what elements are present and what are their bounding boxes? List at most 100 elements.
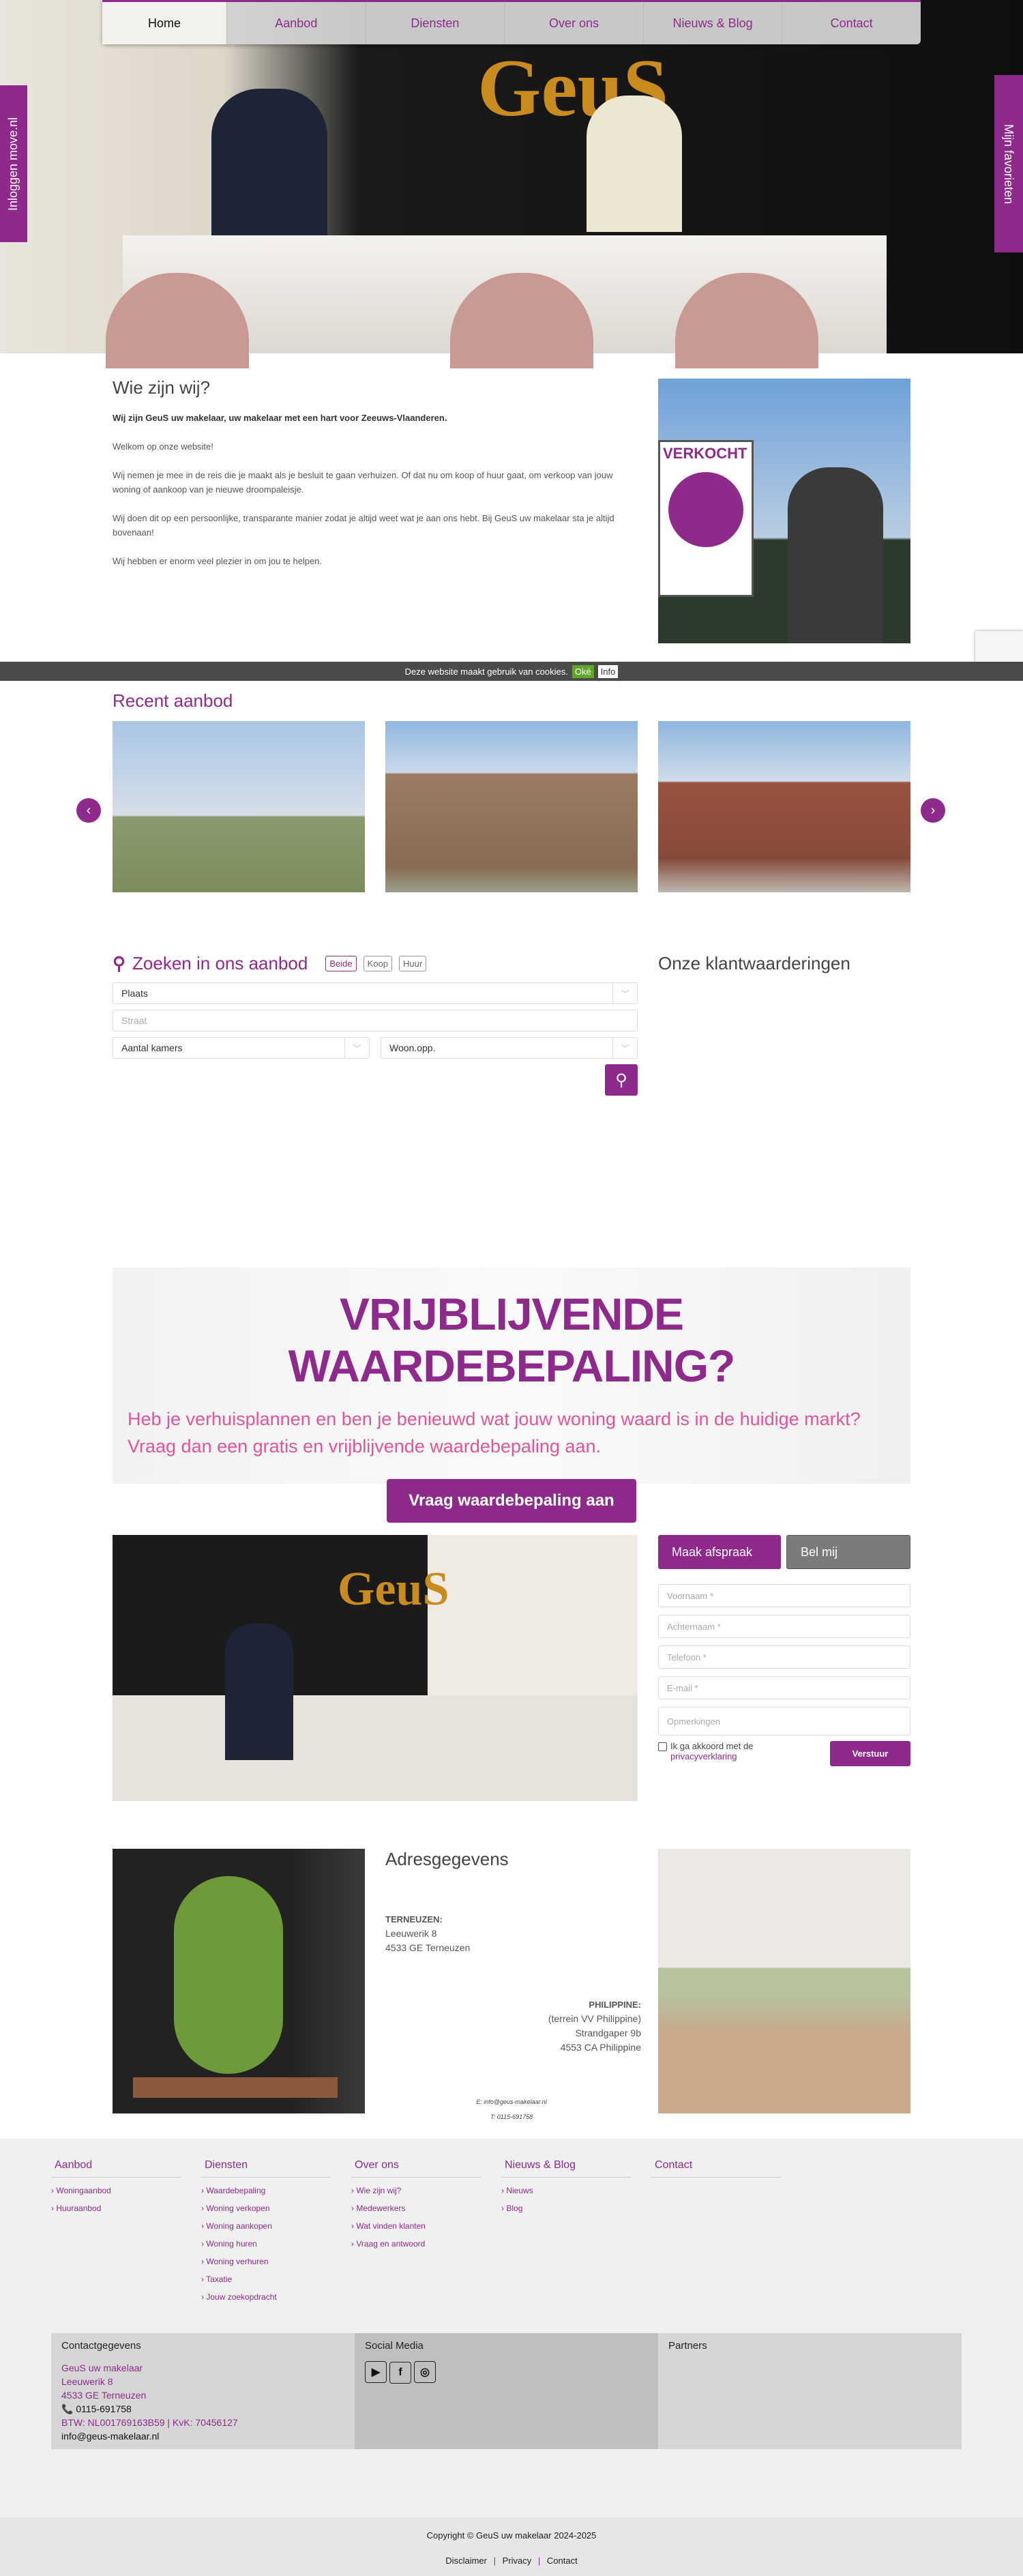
footer-link[interactable]: › Medewerkers	[351, 2204, 481, 2213]
office-exterior-photo	[113, 1849, 365, 2113]
instagram-icon[interactable]: ◎	[414, 2361, 436, 2383]
carousel-next-button[interactable]: ›	[921, 798, 945, 823]
nav-diensten[interactable]: Diensten	[366, 2, 505, 44]
company-phone[interactable]: 0115-691758	[76, 2403, 131, 2414]
youtube-icon[interactable]: ▶	[365, 2361, 387, 2383]
tab-maak-afspraak[interactable]: Maak afspraak	[658, 1535, 781, 1569]
phone-input[interactable]: Telefoon *	[658, 1645, 910, 1669]
search-title: Zoeken in ons aanbod	[132, 953, 308, 974]
nav-nieuws-blog[interactable]: Nieuws & Blog	[644, 2, 783, 44]
main-nav: Home Aanbod Diensten Over ons Nieuws & B…	[102, 0, 921, 44]
footer-link[interactable]: › Woning verkopen	[201, 2204, 331, 2213]
facebook-icon[interactable]: f	[389, 2362, 411, 2384]
footer-link[interactable]: › Vraag en antwoord	[351, 2239, 481, 2249]
tab-bel-mij[interactable]: Bel mij	[786, 1535, 910, 1569]
consent-label: Ik ga akkoord met de	[670, 1741, 754, 1751]
firstname-input[interactable]: Voornaam *	[658, 1584, 910, 1607]
footer-partners-box: Partners	[658, 2333, 962, 2449]
property-card[interactable]	[113, 721, 365, 892]
philippine-label: PHILIPPINE:	[589, 2000, 641, 2010]
lastname-input[interactable]: Achternaam *	[658, 1615, 910, 1638]
footer-link[interactable]: › Jouw zoekopdracht	[201, 2292, 331, 2302]
footer-col-over-ons: Over ons › Wie zijn wij? › Medewerkers ›…	[351, 2159, 481, 2302]
area-select[interactable]: Woon.opp. ﹀	[381, 1037, 638, 1059]
intro-paragraph: Welkom op onze website!	[113, 441, 213, 452]
favorites-tab[interactable]: Mijn favorieten	[994, 75, 1023, 252]
company-street: Leeuwerik 8	[61, 2376, 113, 2387]
office-interior-photo	[658, 1849, 910, 2113]
footer-col-title: Nieuws & Blog	[501, 2159, 631, 2178]
carousel-prev-button[interactable]: ‹	[76, 798, 101, 823]
footer-link[interactable]: › Woning huren	[201, 2239, 331, 2249]
filter-beide[interactable]: Beide	[325, 956, 357, 971]
intro-photo: VERKOCHT	[658, 379, 910, 643]
disclaimer-link[interactable]: Disclaimer	[445, 2556, 487, 2566]
footer-link[interactable]: › Wat vinden klanten	[351, 2221, 481, 2231]
address-line: (terrein VV Philippine)	[548, 2013, 641, 2024]
intro-lead: Wij zijn GeuS uw makelaar, uw makelaar m…	[113, 413, 447, 423]
phone-icon: 📞	[61, 2403, 74, 2414]
banner-line: Vraag dan een gratis en vrijblijvende wa…	[128, 1436, 601, 1457]
footer-link[interactable]: › Huuraanbod	[51, 2204, 181, 2213]
submit-button[interactable]: Verstuur	[830, 1741, 910, 1766]
intro-person	[788, 467, 883, 643]
footer-contact-box: Contactgegevens GeuS uw makelaar Leeuwer…	[51, 2333, 355, 2449]
intro-paragraph: Wij doen dit op een persoonlijke, transp…	[113, 513, 614, 538]
social-box-title: Social Media	[365, 2340, 424, 2352]
privacy-link[interactable]: privacyverklaring	[670, 1751, 753, 1761]
rooms-select[interactable]: Aantal kamers ﹀	[113, 1037, 370, 1059]
footer-col-title: Aanbod	[51, 2159, 181, 2178]
valuation-button[interactable]: Vraag waardebepaling aan	[387, 1479, 636, 1523]
street-input[interactable]: Straat	[113, 1010, 638, 1031]
nav-aanbod[interactable]: Aanbod	[227, 2, 366, 44]
footer-col-title[interactable]: Contact	[651, 2159, 781, 2178]
search-icon: ⚲	[615, 1070, 627, 1089]
copyright-text: Copyright © GeuS uw makelaar 2024-2025	[426, 2530, 597, 2541]
nav-contact[interactable]: Contact	[782, 2, 921, 44]
nav-home[interactable]: Home	[102, 2, 227, 44]
filter-koop[interactable]: Koop	[363, 956, 392, 971]
search-panel: ⚲ Zoeken in ons aanbod Beide Koop Huur P…	[113, 953, 638, 1096]
place-select[interactable]: Plaats ﹀	[113, 982, 638, 1004]
company-btw-kvk: BTW: NL001769163B59 | KvK: 70456127	[61, 2417, 238, 2428]
footer-link[interactable]: › Wie zijn wij?	[351, 2186, 481, 2195]
nav-over-ons[interactable]: Over ons	[505, 2, 644, 44]
address-email[interactable]: E: info@geus-makelaar.nl	[385, 2094, 638, 2109]
address-line: 4533 GE Terneuzen	[385, 1942, 471, 1953]
banner-title: VRIJBLIJVENDE WAARDEBEPALING?	[288, 1289, 736, 1391]
cookie-info-button[interactable]: Info	[597, 664, 619, 678]
search-icon: ⚲	[113, 953, 126, 974]
company-name: GeuS uw makelaar	[61, 2362, 143, 2373]
contact-link[interactable]: Contact	[547, 2556, 578, 2566]
footer-link[interactable]: › Blog	[501, 2204, 631, 2213]
footer-link[interactable]: › Woning aankopen	[201, 2221, 331, 2231]
footer-col-nieuws: Nieuws & Blog › Nieuws › Blog	[501, 2159, 631, 2302]
footer-col-aanbod: Aanbod › Woningaanbod › Huuraanbod	[51, 2159, 181, 2302]
login-tab[interactable]: Inloggen move.nl	[0, 85, 27, 242]
street-placeholder: Straat	[121, 1015, 147, 1026]
chevron-down-icon: ﹀	[612, 983, 637, 1004]
cookie-ok-button[interactable]: Oké	[572, 664, 594, 678]
footer-link[interactable]: › Taxatie	[201, 2274, 331, 2284]
intro-title: Wie zijn wij?	[113, 377, 211, 398]
footer-sitemap: Aanbod › Woningaanbod › Huuraanbod Diens…	[51, 2159, 962, 2302]
footer-link[interactable]: › Waardebepaling	[201, 2186, 331, 2195]
privacy-link[interactable]: Privacy	[503, 2556, 532, 2566]
footer-link[interactable]: › Woning verhuren	[201, 2257, 331, 2266]
area-select-value: Woon.opp.	[389, 1042, 436, 1053]
footer-link[interactable]: › Nieuws	[501, 2186, 631, 2195]
remarks-textarea[interactable]: Opmerkingen	[658, 1707, 910, 1736]
consent-checkbox[interactable]	[658, 1742, 667, 1751]
search-submit-button[interactable]: ⚲	[605, 1064, 638, 1096]
email-input[interactable]: E-mail *	[658, 1676, 910, 1699]
footer-col-title: Diensten	[201, 2159, 331, 2178]
property-card[interactable]	[658, 721, 910, 892]
office-photo: GeuS	[113, 1535, 638, 1801]
terneuzen-label: TERNEUZEN:	[385, 1914, 443, 1924]
footer-col-contact: Contact	[651, 2159, 781, 2302]
company-email[interactable]: info@geus-makelaar.nl	[61, 2429, 344, 2443]
property-card[interactable]	[385, 721, 638, 892]
footer-link[interactable]: › Woningaanbod	[51, 2186, 181, 2195]
filter-huur[interactable]: Huur	[398, 956, 427, 971]
recent-title: Recent aanbod	[113, 690, 233, 711]
